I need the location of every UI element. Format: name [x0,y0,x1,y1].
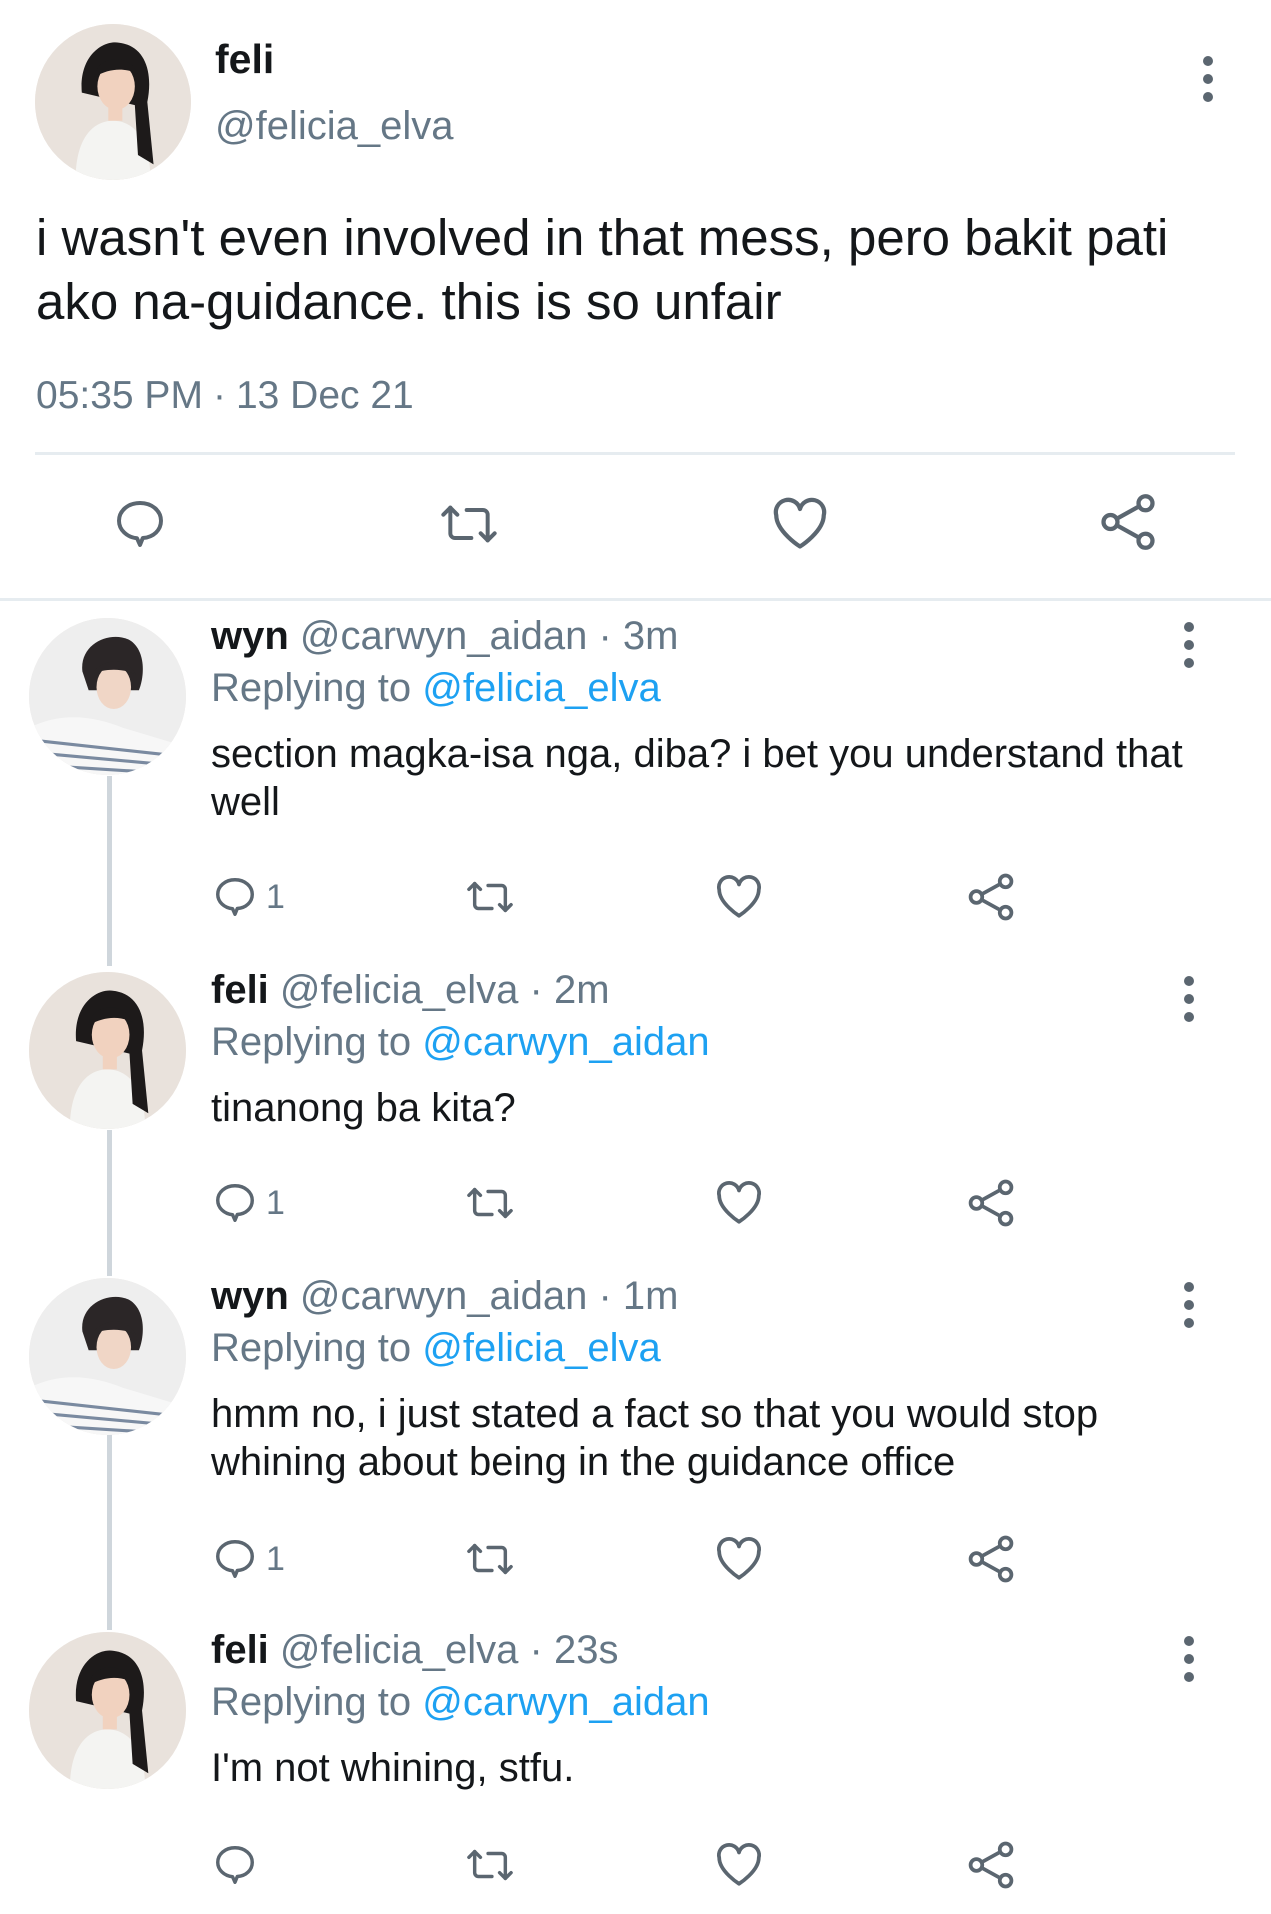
reply-text: section magka-isa nga, diba? i bet you u… [211,732,1183,824]
reply-icon[interactable]: 1 [212,874,285,920]
reply-header: wyn @carwyn_aidan · 1m [211,1274,678,1319]
reply-count: 1 [266,1539,285,1578]
reply-tweet[interactable]: feli @felicia_elva · 23s Replying to @ca… [0,1614,1271,1914]
avatar-image [29,618,186,775]
reply-header: feli @felicia_elva · 2m [211,968,610,1013]
like-icon[interactable] [714,1842,764,1888]
share-icon[interactable] [1098,492,1158,552]
avatar-image [35,24,191,180]
share-icon[interactable] [966,872,1016,922]
reply-action-bar: 1 [0,868,1271,928]
share-icon[interactable] [966,1840,1016,1890]
share-icon[interactable] [966,1534,1016,1584]
retweet-icon[interactable] [462,1842,518,1888]
reply-header: wyn @carwyn_aidan · 3m [211,614,678,659]
reply-action-bar: 1 [0,1174,1271,1234]
reply-tweet[interactable]: wyn @carwyn_aidan · 1m Replying to @feli… [0,1260,1271,1616]
replying-to: Replying to @carwyn_aidan [211,1020,710,1065]
divider [35,452,1235,455]
main-tweet-text: i wasn't even involved in that mess, per… [36,209,1169,330]
reply-tweet[interactable]: feli @felicia_elva · 2m Replying to @car… [0,954,1271,1260]
main-handle[interactable]: @felicia_elva [215,104,454,149]
separator: · [212,374,226,417]
time: 05:35 PM [36,374,203,417]
avatar-feli[interactable] [29,1632,186,1789]
reply-count: 1 [266,1183,285,1222]
share-icon[interactable] [966,1178,1016,1228]
main-display-name[interactable]: feli [215,36,274,83]
main-tweet: feli @felicia_elva i wasn't even involve… [0,0,1271,598]
reply-time: · 3m [598,614,679,658]
retweet-icon[interactable] [462,874,518,920]
replying-label: Replying to [211,1020,412,1064]
reply-action-bar: 1 [0,1530,1271,1590]
like-icon[interactable] [770,496,830,552]
more-options-icon[interactable] [1179,622,1199,668]
replying-label: Replying to [211,1326,412,1370]
mention-link[interactable]: @felicia_elva [422,1326,661,1370]
mention-link[interactable]: @felicia_elva [422,666,661,710]
more-options-icon[interactable] [1179,976,1199,1022]
reply-icon[interactable] [212,1842,266,1888]
main-tweet-timestamp: 05:35 PM · 13 Dec 21 [36,374,414,418]
reply-action-bar [0,1836,1271,1896]
like-icon[interactable] [714,1180,764,1226]
reply-handle[interactable]: @carwyn_aidan [300,1274,587,1318]
reply-handle[interactable]: @carwyn_aidan [300,614,587,658]
reply-time: · 2m [529,968,610,1012]
replying-label: Replying to [211,666,412,710]
avatar-image [29,1278,186,1435]
reply-display-name[interactable]: wyn [211,1274,289,1318]
like-icon[interactable] [714,874,764,920]
reply-handle[interactable]: @felicia_elva [280,968,519,1012]
reply-count: 1 [266,877,285,916]
more-options-icon[interactable] [1198,56,1218,102]
more-options-icon[interactable] [1179,1636,1199,1682]
date: 13 Dec 21 [235,374,414,417]
mention-link[interactable]: @carwyn_aidan [422,1020,709,1064]
avatar-feli[interactable] [35,24,191,180]
reply-text: tinanong ba kita? [211,1086,516,1130]
reply-header: feli @felicia_elva · 23s [211,1628,618,1673]
like-icon[interactable] [714,1536,764,1582]
replying-label: Replying to [211,1680,412,1724]
retweet-icon[interactable] [462,1536,518,1582]
reply-tweet[interactable]: wyn @carwyn_aidan · 3m Replying to @feli… [0,600,1271,954]
avatar-wyn[interactable] [29,1278,186,1435]
reply-display-name[interactable]: feli [211,1628,269,1672]
reply-text: hmm no, i just stated a fact so that you… [211,1392,1099,1484]
reply-display-name[interactable]: feli [211,968,269,1012]
reply-icon[interactable]: 1 [212,1536,285,1582]
reply-icon[interactable]: 1 [212,1180,285,1226]
retweet-icon[interactable] [462,1180,518,1226]
reply-time: · 23s [529,1628,619,1672]
retweet-icon[interactable] [436,496,502,552]
replying-to: Replying to @felicia_elva [211,1326,661,1371]
reply-icon[interactable] [112,496,168,552]
avatar-feli[interactable] [29,972,186,1129]
mention-link[interactable]: @carwyn_aidan [422,1680,709,1724]
avatar-image [29,972,186,1129]
avatar-wyn[interactable] [29,618,186,775]
reply-text: I'm not whining, stfu. [211,1746,575,1790]
reply-handle[interactable]: @felicia_elva [280,1628,519,1672]
replying-to: Replying to @carwyn_aidan [211,1680,710,1725]
avatar-image [29,1632,186,1789]
reply-display-name[interactable]: wyn [211,614,289,658]
reply-time: · 1m [598,1274,679,1318]
replying-to: Replying to @felicia_elva [211,666,661,711]
main-action-bar [0,486,1271,566]
more-options-icon[interactable] [1179,1282,1199,1328]
